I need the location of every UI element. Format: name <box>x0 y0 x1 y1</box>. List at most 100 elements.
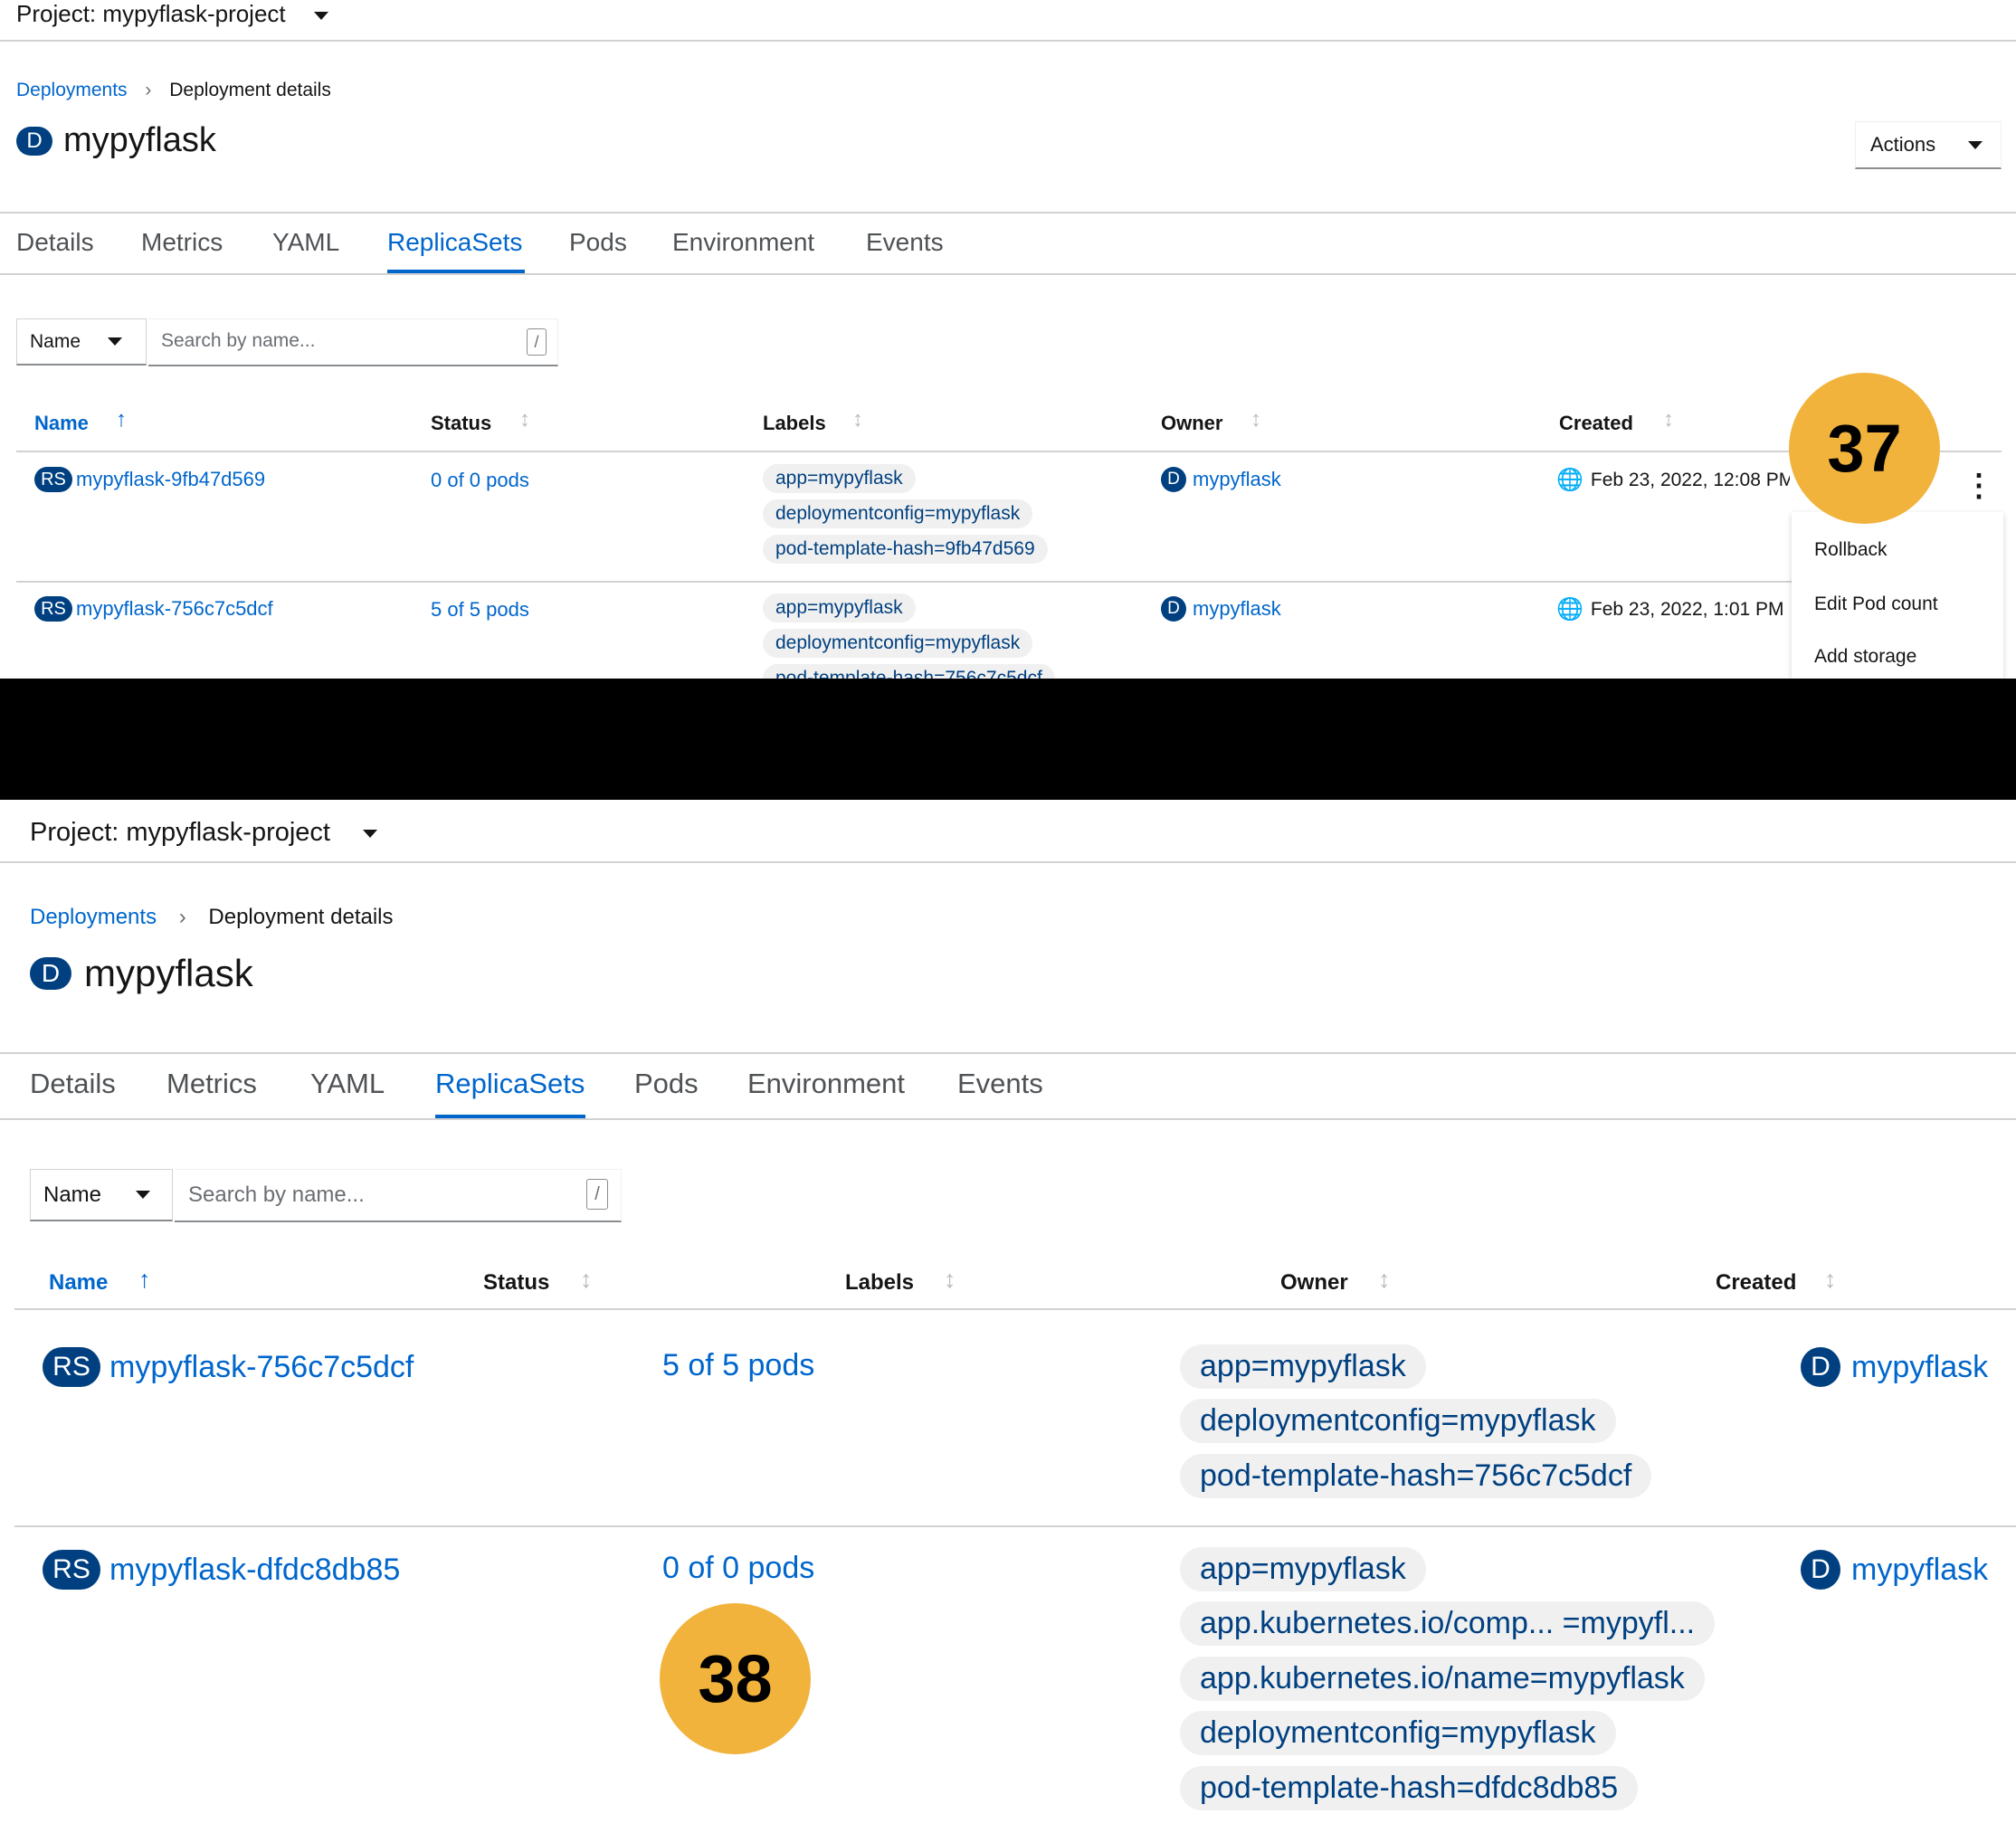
status-link[interactable]: 0 of 0 pods <box>662 1551 814 1586</box>
breadcrumb-current: Deployment details <box>169 80 331 100</box>
column-status[interactable]: Status <box>431 412 491 435</box>
tab-environment[interactable]: Environment <box>672 228 814 257</box>
sort-asc-icon[interactable]: ↑ <box>116 407 127 432</box>
sort-asc-icon[interactable]: ↑ <box>138 1266 151 1294</box>
search-input[interactable]: Search by name... / <box>175 1169 622 1222</box>
replicaset-name-cell: RS mypyflask-756c7c5dcf <box>34 596 273 622</box>
deployment-badge: D <box>30 957 71 990</box>
replicaset-name-cell: RS mypyflask-dfdc8db85 <box>43 1550 400 1590</box>
column-created[interactable]: Created <box>1716 1270 1796 1296</box>
project-selector[interactable]: Project: mypyflask-project <box>16 0 328 28</box>
replicaset-badge: RS <box>43 1347 100 1387</box>
title-text: mypyflask <box>84 952 253 994</box>
row-divider <box>14 1525 2016 1527</box>
step-callout: 37 <box>1789 373 1940 524</box>
sort-icon[interactable]: ↕ <box>1824 1266 1837 1294</box>
column-status[interactable]: Status <box>483 1270 549 1296</box>
owner-link[interactable]: mypyflask <box>1193 468 1281 491</box>
column-owner[interactable]: Owner <box>1280 1270 1348 1296</box>
deployment-badge: D <box>1161 596 1186 622</box>
owner-link[interactable]: mypyflask <box>1851 1350 1988 1385</box>
replicaset-link[interactable]: mypyflask-756c7c5dcf <box>109 1350 414 1385</box>
label-chip: deploymentconfig=mypyflask <box>763 499 1033 528</box>
label-chip: pod-template-hash=dfdc8db85 <box>1180 1766 1639 1810</box>
column-owner[interactable]: Owner <box>1161 412 1222 435</box>
actions-button[interactable]: Actions <box>1855 121 2002 169</box>
breadcrumb-current: Deployment details <box>208 905 394 929</box>
sort-icon[interactable]: ↕ <box>1250 407 1261 432</box>
sort-icon[interactable]: ↕ <box>944 1266 956 1294</box>
project-label: Project: mypyflask-project <box>30 818 330 847</box>
search-input[interactable]: Search by name... / <box>148 318 558 366</box>
column-name[interactable]: Name <box>49 1270 108 1296</box>
deployment-badge: D <box>1161 467 1186 492</box>
tab-details[interactable]: Details <box>16 228 94 257</box>
caret-down-icon <box>1968 140 1983 149</box>
status-link[interactable]: 0 of 0 pods <box>431 469 529 492</box>
globe-icon: 🌐 <box>1556 597 1583 622</box>
search-placeholder: Search by name... <box>188 1182 365 1207</box>
header-divider <box>16 451 2002 452</box>
tab-yaml[interactable]: YAML <box>310 1068 385 1100</box>
sort-icon[interactable]: ↕ <box>1663 407 1674 432</box>
kebab-menu: Rollback Edit Pod count Add storage <box>1792 512 2003 679</box>
replicaset-link[interactable]: mypyflask-dfdc8db85 <box>109 1553 400 1588</box>
tab-events[interactable]: Events <box>866 228 944 257</box>
shortcut-key: / <box>527 328 547 356</box>
page-title: D mypyflask <box>16 121 216 160</box>
menu-item-rollback[interactable]: Rollback <box>1814 539 1888 561</box>
tab-events[interactable]: Events <box>957 1068 1043 1100</box>
menu-item-add-storage[interactable]: Add storage <box>1814 646 1916 668</box>
label-chip: app.kubernetes.io/comp... =mypyfl... <box>1180 1601 1716 1646</box>
created-cell: 🌐 Feb 23, 2022, 1:01 PM <box>1556 596 1784 622</box>
status-link[interactable]: 5 of 5 pods <box>431 598 529 622</box>
deployment-badge: D <box>16 126 52 156</box>
tab-environment[interactable]: Environment <box>747 1068 905 1100</box>
tab-yaml[interactable]: YAML <box>272 228 339 257</box>
header-divider <box>14 1308 2016 1310</box>
tab-pods[interactable]: Pods <box>634 1068 699 1100</box>
tab-replicasets[interactable]: ReplicaSets <box>387 228 522 257</box>
title-text: mypyflask <box>63 121 216 159</box>
sort-icon[interactable]: ↕ <box>519 407 530 432</box>
owner-cell: D mypyflask <box>1801 1550 1988 1590</box>
search-placeholder: Search by name... <box>161 330 316 351</box>
tab-pods[interactable]: Pods <box>569 228 627 257</box>
sort-icon[interactable]: ↕ <box>852 407 863 432</box>
column-created[interactable]: Created <box>1559 412 1633 435</box>
breadcrumb: Deployments › Deployment details <box>30 905 394 930</box>
tab-details[interactable]: Details <box>30 1068 116 1100</box>
tab-metrics[interactable]: Metrics <box>141 228 223 257</box>
label-chip: app=mypyflask <box>1180 1547 1426 1591</box>
filter-select[interactable]: Name <box>30 1169 173 1221</box>
deployment-badge: D <box>1801 1347 1840 1387</box>
column-labels[interactable]: Labels <box>845 1270 914 1296</box>
divider <box>0 212 2016 214</box>
tab-replicasets[interactable]: ReplicaSets <box>435 1068 585 1100</box>
actions-label: Actions <box>1870 133 1936 156</box>
status-link[interactable]: 5 of 5 pods <box>662 1348 814 1383</box>
replicaset-badge: RS <box>34 467 72 492</box>
breadcrumb-deployments-link[interactable]: Deployments <box>30 905 157 929</box>
globe-icon: 🌐 <box>1556 468 1583 492</box>
project-selector[interactable]: Project: mypyflask-project <box>30 818 378 848</box>
label-chip: app.kubernetes.io/name=mypyflask <box>1180 1657 1705 1701</box>
replicaset-link[interactable]: mypyflask-9fb47d569 <box>76 468 265 491</box>
column-name[interactable]: Name <box>34 412 89 435</box>
owner-link[interactable]: mypyflask <box>1193 597 1281 621</box>
owner-cell: D mypyflask <box>1161 596 1281 622</box>
menu-item-edit-pod-count[interactable]: Edit Pod count <box>1814 594 1938 615</box>
owner-link[interactable]: mypyflask <box>1851 1553 1988 1588</box>
kebab-icon[interactable]: ⋮ <box>1964 470 1994 501</box>
filter-select-label: Name <box>30 330 81 352</box>
breadcrumb-deployments-link[interactable]: Deployments <box>16 80 128 100</box>
sort-icon[interactable]: ↕ <box>580 1266 593 1294</box>
chevron-right-icon: › <box>145 80 152 100</box>
tab-metrics[interactable]: Metrics <box>166 1068 257 1100</box>
sort-icon[interactable]: ↕ <box>1378 1266 1391 1294</box>
filter-select[interactable]: Name <box>16 318 147 366</box>
deployment-badge: D <box>1801 1550 1840 1590</box>
replicaset-link[interactable]: mypyflask-756c7c5dcf <box>76 597 273 621</box>
column-labels[interactable]: Labels <box>763 412 826 435</box>
label-chip: deploymentconfig=mypyflask <box>763 629 1033 658</box>
